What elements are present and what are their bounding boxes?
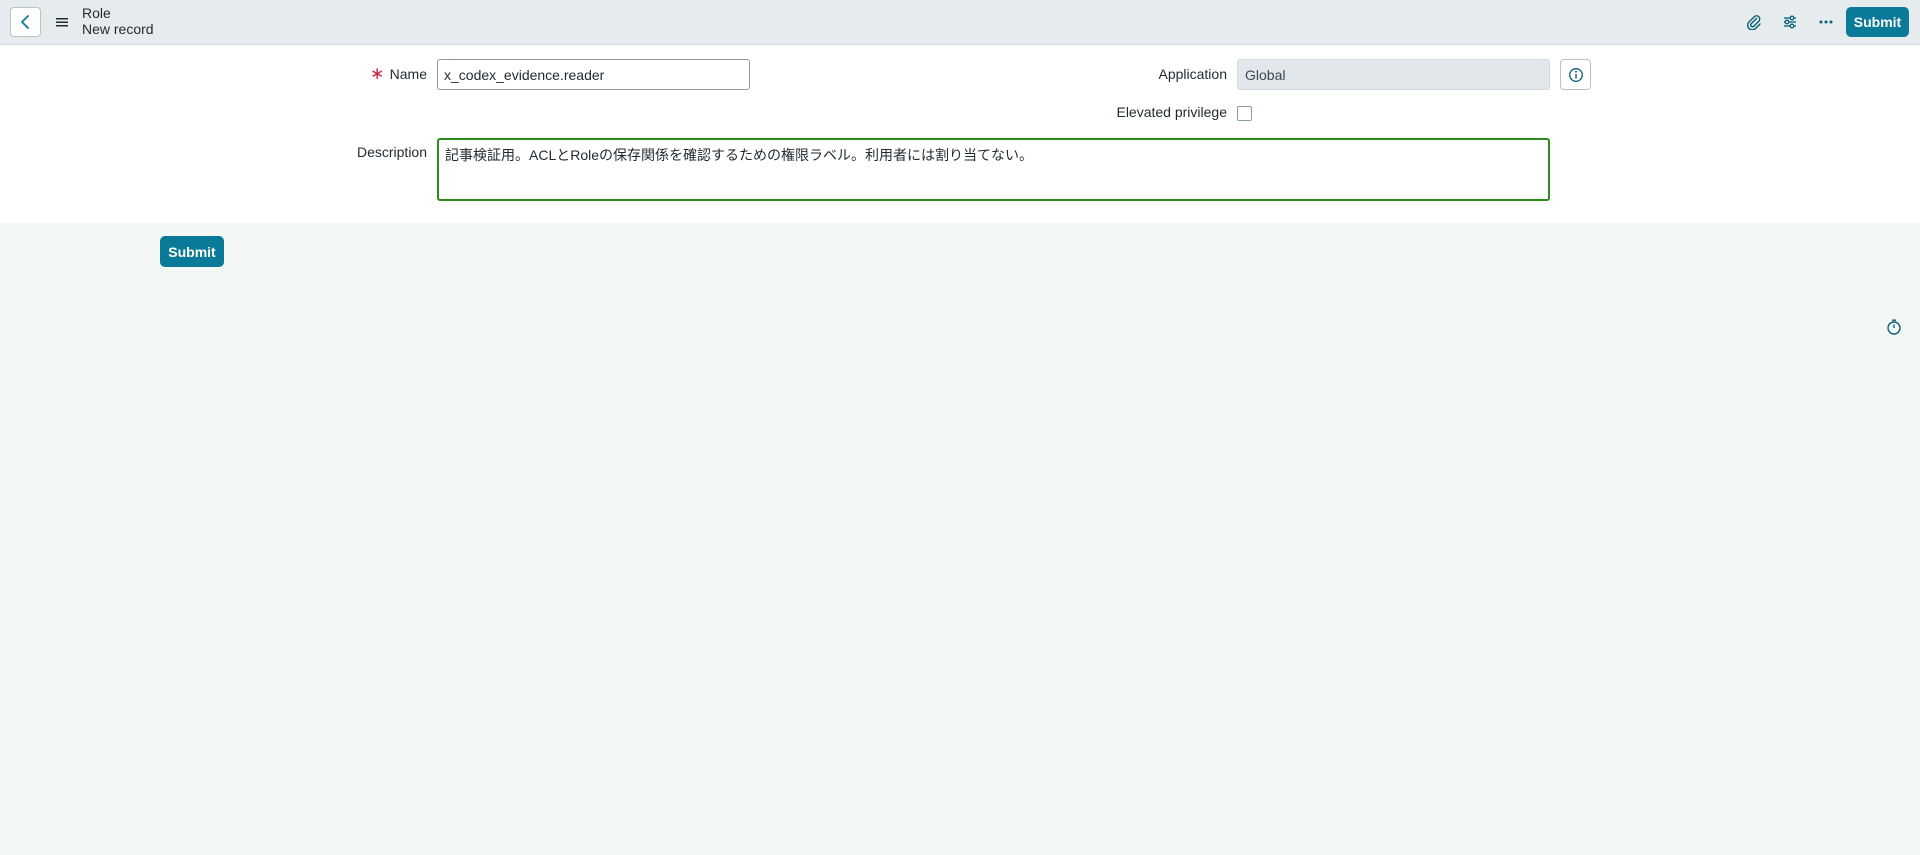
attachment-button[interactable] <box>1743 11 1765 33</box>
description-label: Description <box>356 144 427 160</box>
paperclip-icon <box>1746 15 1761 30</box>
application-label: Application <box>1158 66 1228 82</box>
table-name: Role <box>82 5 111 21</box>
required-indicator: ∗ <box>370 64 385 83</box>
sliders-icon <box>1784 15 1796 29</box>
elevated-privilege-checkbox[interactable] <box>1237 106 1252 121</box>
form-section: ∗ Name Application Elevated privilege De… <box>0 45 1920 223</box>
info-icon <box>1568 67 1583 82</box>
personalize-form-button[interactable] <box>1779 11 1801 33</box>
more-options-button[interactable] <box>1815 11 1837 33</box>
elevated-privilege-label: Elevated privilege <box>1116 104 1227 120</box>
back-button[interactable] <box>10 7 41 37</box>
record-title: New record <box>82 21 154 37</box>
chevron-left-icon <box>20 15 29 29</box>
footer-submit-button[interactable]: Submit <box>160 236 224 267</box>
record-title-block: Role New record <box>82 5 154 37</box>
description-field[interactable]: 記事検証用。ACLとRoleの保存関係を確認するための権限ラベル。利用者には割り… <box>437 138 1550 201</box>
header-submit-button[interactable]: Submit <box>1846 7 1909 37</box>
hamburger-menu-icon[interactable] <box>55 14 69 30</box>
name-field[interactable] <box>437 59 750 90</box>
application-info-button[interactable] <box>1560 59 1591 90</box>
stopwatch-icon[interactable] <box>1884 317 1904 337</box>
more-horizontal-icon <box>1819 20 1833 24</box>
application-field[interactable] <box>1237 59 1550 90</box>
record-header: Role New record Submit <box>0 0 1920 45</box>
name-label: Name <box>389 66 427 82</box>
